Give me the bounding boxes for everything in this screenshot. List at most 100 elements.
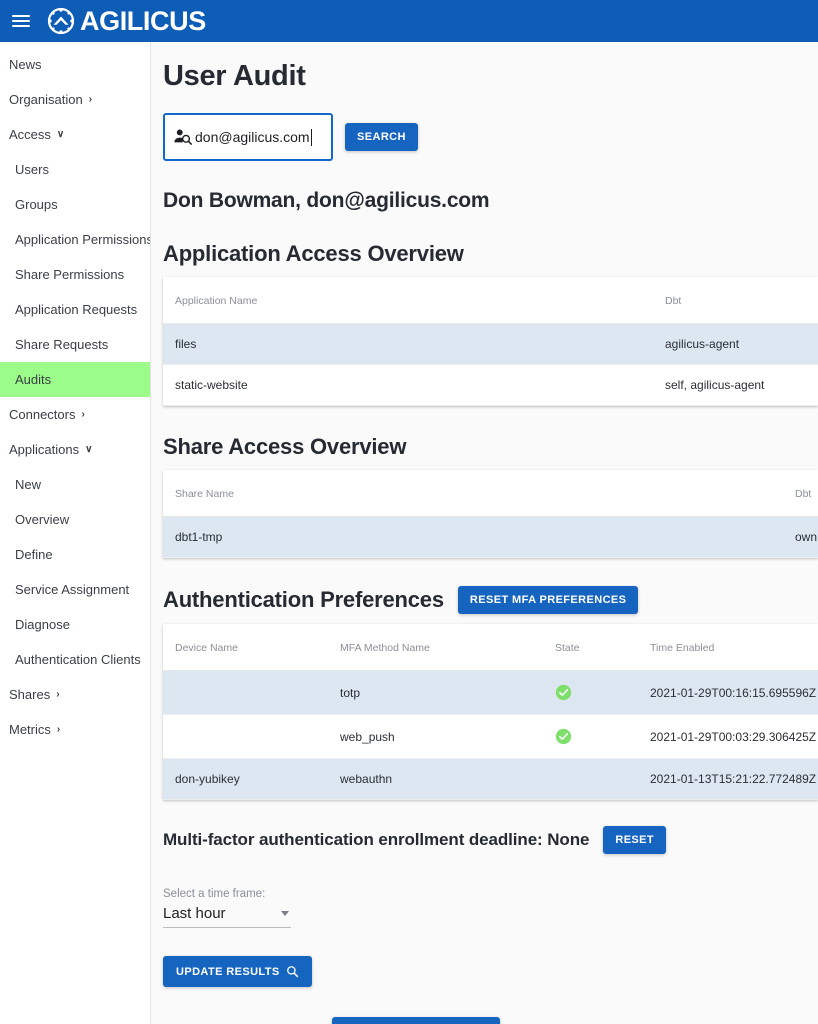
search-input-value: don@agilicus.com — [195, 129, 310, 145]
auth-preferences-table: Device NameMFA Method NameStateTime Enab… — [163, 624, 818, 800]
sessions-audit-heading: Sessions Audit — [163, 1020, 318, 1024]
table-cell: own — [783, 517, 818, 558]
sidebar-item-label: Shares — [9, 687, 50, 702]
chevron-right-icon: › — [56, 689, 59, 700]
table-cell: web_push — [328, 715, 543, 759]
sidebar-item-label: Define — [15, 547, 53, 562]
check-circle-icon — [555, 728, 572, 745]
sidebar-item-label: Application Permissions — [15, 232, 151, 247]
mfa-deadline-row: Multi-factor authentication enrollment d… — [163, 826, 818, 854]
reset-mfa-preferences-button[interactable]: RESET MFA PREFERENCES — [458, 586, 639, 614]
table-row[interactable]: filesagilicus-agent — [163, 324, 818, 365]
check-circle-icon — [555, 684, 572, 701]
sidebar-item-groups[interactable]: Groups — [0, 187, 150, 222]
reset-mfa-deadline-button[interactable]: RESET — [603, 826, 666, 854]
sidebar-item-metrics[interactable]: Metrics› — [0, 712, 150, 747]
sidebar-item-users[interactable]: Users — [0, 152, 150, 187]
mfa-deadline-text: Multi-factor authentication enrollment d… — [163, 830, 589, 850]
status-badge — [543, 715, 638, 759]
table-row[interactable]: web_push 2021-01-29T00:03:29.306425Z — [163, 715, 818, 759]
chevron-down-icon: ∨ — [57, 129, 64, 140]
sidebar-item-share-requests[interactable]: Share Requests — [0, 327, 150, 362]
sidebar: NewsOrganisation›Access∨UsersGroupsAppli… — [0, 42, 151, 1024]
column-header: Dbt — [783, 470, 818, 517]
sidebar-item-diagnose[interactable]: Diagnose — [0, 607, 150, 642]
sidebar-item-news[interactable]: News — [0, 47, 150, 82]
sidebar-item-label: Share Requests — [15, 337, 108, 352]
table-cell — [543, 759, 638, 800]
sidebar-item-connectors[interactable]: Connectors› — [0, 397, 150, 432]
sidebar-item-application-permissions[interactable]: Application Permissions — [0, 222, 150, 257]
sidebar-item-audits[interactable]: Audits — [0, 362, 150, 397]
sidebar-item-label: Overview — [15, 512, 69, 527]
sidebar-item-authentication-clients[interactable]: Authentication Clients — [0, 642, 150, 677]
column-header: Time Enabled — [638, 624, 818, 671]
timeframe-selected-value: Last hour — [163, 905, 226, 922]
text-caret — [311, 129, 312, 146]
column-header: Application Name — [163, 277, 653, 324]
sidebar-item-overview[interactable]: Overview — [0, 502, 150, 537]
share-access-heading: Share Access Overview — [163, 434, 818, 460]
table-row[interactable]: dbt1-tmpown — [163, 517, 818, 558]
table-row[interactable]: don-yubikeywebauthn2021-01-13T15:21:22.7… — [163, 759, 818, 800]
sidebar-item-service-assignment[interactable]: Service Assignment — [0, 572, 150, 607]
sidebar-item-label: Metrics — [9, 722, 51, 737]
main-content: User Audit don@agilicus.com SEARCH Don B… — [151, 42, 818, 1024]
column-header: Dbt — [653, 277, 818, 324]
table-cell: static-website — [163, 365, 653, 406]
sidebar-item-label: Application Requests — [15, 302, 137, 317]
brand[interactable]: AGILICUS — [46, 6, 206, 36]
sidebar-item-label: Applications — [9, 442, 79, 457]
column-header: State — [543, 624, 638, 671]
application-access-table: Application NameDbt filesagilicus-agents… — [163, 277, 818, 406]
update-results-button[interactable]: UPDATE RESULTS — [163, 956, 312, 987]
sidebar-item-share-permissions[interactable]: Share Permissions — [0, 257, 150, 292]
timeframe-label: Select a time frame: — [163, 888, 291, 900]
agilicus-logo-icon — [46, 6, 76, 36]
sidebar-item-label: Users — [15, 162, 49, 177]
table-cell: don-yubikey — [163, 759, 328, 800]
sidebar-item-label: Diagnose — [15, 617, 70, 632]
page-title: User Audit — [163, 60, 818, 93]
table-header-row: Application NameDbt — [163, 277, 818, 324]
sidebar-item-label: Service Assignment — [15, 582, 129, 597]
sidebar-item-label: Audits — [15, 372, 51, 387]
search-row: don@agilicus.com SEARCH — [163, 113, 818, 161]
table-cell — [163, 715, 328, 759]
sidebar-item-label: Organisation — [9, 92, 83, 107]
hamburger-icon[interactable] — [10, 10, 32, 32]
sidebar-item-label: Connectors — [9, 407, 75, 422]
table-cell: files — [163, 324, 653, 365]
table-cell — [163, 671, 328, 715]
table-cell: 2021-01-29T00:03:29.306425Z — [638, 715, 818, 759]
column-header: Device Name — [163, 624, 328, 671]
column-header: Share Name — [163, 470, 783, 517]
timeframe-select[interactable]: Last hour — [163, 905, 291, 928]
sidebar-item-shares[interactable]: Shares › — [0, 677, 150, 712]
auth-preferences-heading: Authentication Preferences — [163, 587, 444, 613]
brand-text: AGILICUS — [80, 8, 206, 35]
auth-preferences-header-row: Authentication Preferences RESET MFA PRE… — [163, 586, 818, 614]
table-row[interactable]: totp2021-01-29T00:16:15.695596Z — [163, 671, 818, 715]
sidebar-item-applications[interactable]: Applications∨ — [0, 432, 150, 467]
sidebar-item-new[interactable]: New — [0, 467, 150, 502]
sidebar-item-label: Authentication Clients — [15, 652, 141, 667]
search-button[interactable]: SEARCH — [345, 123, 418, 151]
table-cell: self, agilicus-agent — [653, 365, 818, 406]
table-cell: 2021-01-29T00:16:15.695596Z — [638, 671, 818, 715]
sidebar-item-application-requests[interactable]: Application Requests — [0, 292, 150, 327]
sidebar-item-define[interactable]: Define — [0, 537, 150, 572]
download-logins-button[interactable]: DOWNLOAD LOGINS — [332, 1017, 499, 1024]
sessions-audit-row: Sessions Audit DOWNLOAD LOGINS — [163, 1017, 818, 1024]
search-icon — [286, 965, 299, 978]
sidebar-item-access[interactable]: Access∨ — [0, 117, 150, 152]
search-input[interactable]: don@agilicus.com — [163, 113, 333, 161]
table-header-row: Device NameMFA Method NameStateTime Enab… — [163, 624, 818, 671]
table-row[interactable]: static-websiteself, agilicus-agent — [163, 365, 818, 406]
sidebar-item-organisation[interactable]: Organisation› — [0, 82, 150, 117]
sidebar-item-label: Share Permissions — [15, 267, 124, 282]
chevron-down-icon — [281, 911, 289, 916]
share-access-card: Share NameDbt dbt1-tmpown — [163, 470, 818, 558]
table-cell: agilicus-agent — [653, 324, 818, 365]
application-access-heading: Application Access Overview — [163, 241, 818, 267]
